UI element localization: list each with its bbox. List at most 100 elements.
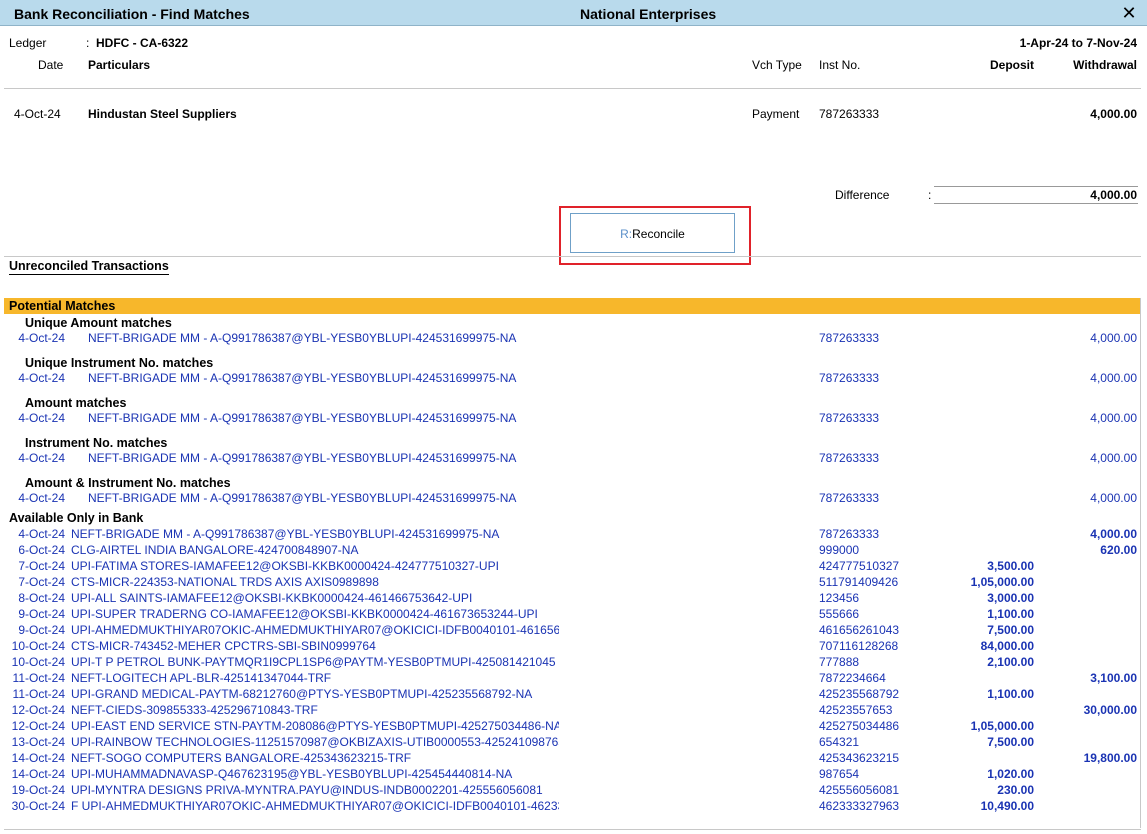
match-withdrawal: 4,000.00 xyxy=(1090,371,1137,385)
bank-row[interactable]: 14-Oct-24 UPI-MUHAMMADNAVASP-Q467623195@Y… xyxy=(0,767,1147,783)
bank-row[interactable]: 11-Oct-24 UPI-GRAND MEDICAL-PAYTM-6821276… xyxy=(0,687,1147,703)
match-group-heading: Unique Instrument No. matches xyxy=(25,356,214,370)
match-date: 4-Oct-24 xyxy=(18,411,65,425)
bank-row-date: 13-Oct-24 xyxy=(11,735,65,749)
bank-row-particulars: UPI-FATIMA STORES-IAMAFEE12@OKSBI-KKBK00… xyxy=(71,559,499,573)
bank-row-inst-no: 462333327963 xyxy=(819,799,900,813)
bank-row-withdrawal: 19,800.00 xyxy=(1083,751,1137,765)
bank-row-date: 7-Oct-24 xyxy=(18,575,65,589)
bank-row-inst-no: 987654 xyxy=(819,767,860,781)
bank-row-inst-no: 999000 xyxy=(819,543,860,557)
bank-row-inst-no: 654321 xyxy=(819,735,860,749)
column-header-deposit: Deposit xyxy=(989,58,1034,72)
bank-row-inst-no: 425275034486 xyxy=(819,719,900,733)
ledger-value[interactable]: HDFC - CA-6322 xyxy=(96,36,188,50)
bank-row[interactable]: 14-Oct-24 NEFT-SOGO COMPUTERS BANGALORE-4… xyxy=(0,751,1147,767)
difference-value: 4,000.00 xyxy=(1090,188,1137,202)
match-inst-no: 787263333 xyxy=(819,451,880,465)
bank-row-withdrawal: 30,000.00 xyxy=(1083,703,1137,717)
bank-row[interactable]: 10-Oct-24 UPI-T P PETROL BUNK-PAYTMQR1I9C… xyxy=(0,655,1147,671)
bank-row-particulars: UPI-EAST END SERVICE STN-PAYTM-208086@PT… xyxy=(71,719,559,733)
bank-row[interactable]: 6-Oct-24 CLG-AIRTEL INDIA BANGALORE-42470… xyxy=(0,543,1147,559)
bank-row-deposit: 3,500.00 xyxy=(987,559,1034,573)
bank-row-deposit: 1,020.00 xyxy=(987,767,1034,781)
bank-row-inst-no: 511791409426 xyxy=(819,575,899,589)
column-header-particulars: Particulars xyxy=(88,58,151,72)
match-group-heading: Amount matches xyxy=(25,396,127,410)
bank-row[interactable]: 9-Oct-24 UPI-SUPER TRADERNG CO-IAMAFEE12@… xyxy=(0,607,1147,623)
period-range[interactable]: 1-Apr-24 to 7-Nov-24 xyxy=(960,36,1137,50)
match-row[interactable]: 4-Oct-24 NEFT-BRIGADE MM - A-Q991786387@… xyxy=(0,331,1147,347)
reconcile-button-label: Reconcile xyxy=(632,227,685,241)
bank-row[interactable]: 10-Oct-24 CTS-MICR-743452-MEHER CPCTRS-SB… xyxy=(0,639,1147,655)
potential-matches-bar: Potential Matches xyxy=(4,298,1141,314)
available-only-in-bank-heading: Available Only in Bank xyxy=(9,511,144,525)
bank-row-date: 12-Oct-24 xyxy=(11,703,65,717)
match-particulars: NEFT-BRIGADE MM - A-Q991786387@YBL-YESB0… xyxy=(88,371,517,385)
bank-row-particulars: CTS-MICR-224353-NATIONAL TRDS AXIS AXIS0… xyxy=(71,575,379,589)
bank-row[interactable]: 8-Oct-24 UPI-ALL SAINTS-IAMAFEE12@OKSBI-K… xyxy=(0,591,1147,607)
bank-row-inst-no: 42523557653 xyxy=(819,703,893,717)
match-withdrawal: 4,000.00 xyxy=(1090,491,1137,505)
title-bar: Bank Reconciliation - Find Matches Natio… xyxy=(0,0,1147,26)
bank-row-date: 10-Oct-24 xyxy=(11,639,65,653)
bank-row[interactable]: 7-Oct-24 CTS-MICR-224353-NATIONAL TRDS AX… xyxy=(0,575,1147,591)
bank-row-deposit: 1,05,000.00 xyxy=(970,719,1034,733)
bank-row[interactable]: 4-Oct-24 NEFT-BRIGADE MM - A-Q991786387@Y… xyxy=(0,527,1147,543)
bank-row[interactable]: 30-Oct-24 F UPI-AHMEDMUKTHIYAR07OKIC-AHME… xyxy=(0,799,1147,815)
match-date: 4-Oct-24 xyxy=(18,451,65,465)
bank-row-inst-no: 555666 xyxy=(819,607,860,621)
match-date: 4-Oct-24 xyxy=(18,371,65,385)
match-row[interactable]: 4-Oct-24 NEFT-BRIGADE MM - A-Q991786387@… xyxy=(0,411,1147,427)
match-row[interactable]: 4-Oct-24 NEFT-BRIGADE MM - A-Q991786387@… xyxy=(0,451,1147,467)
window-title: Bank Reconciliation - Find Matches xyxy=(14,6,250,22)
bank-row-deposit: 2,100.00 xyxy=(987,655,1034,669)
bank-row[interactable]: 13-Oct-24 UPI-RAINBOW TECHNOLOGIES-112515… xyxy=(0,735,1147,751)
bank-row-date: 14-Oct-24 xyxy=(11,767,65,781)
bank-row-particulars: UPI-MUHAMMADNAVASP-Q467623195@YBL-YESB0Y… xyxy=(71,767,513,781)
bank-row-date: 14-Oct-24 xyxy=(11,751,65,765)
bank-row-inst-no: 425235568792 xyxy=(819,687,900,701)
company-name: National Enterprises xyxy=(580,6,717,22)
bank-row-inst-no: 461656261043 xyxy=(819,623,900,637)
bank-row-inst-no: 424777510327 xyxy=(819,559,900,573)
header-divider xyxy=(4,88,1141,89)
bank-row-particulars: UPI-GRAND MEDICAL-PAYTM-68212760@PTYS-YE… xyxy=(71,687,533,701)
bank-row-particulars: UPI-MYNTRA DESIGNS PRIVA-MYNTRA.PAYU@IND… xyxy=(71,783,543,797)
match-date: 4-Oct-24 xyxy=(18,331,65,345)
bank-row-deposit: 3,000.00 xyxy=(987,591,1034,605)
bank-row-particulars: CLG-AIRTEL INDIA BANGALORE-424700848907-… xyxy=(71,543,359,557)
reconcile-button[interactable]: R:Reconcile xyxy=(570,213,735,253)
bank-row[interactable]: 12-Oct-24 NEFT-CIEDS-309855333-4252967108… xyxy=(0,703,1147,719)
match-particulars: NEFT-BRIGADE MM - A-Q991786387@YBL-YESB0… xyxy=(88,491,517,505)
match-group-heading: Amount & Instrument No. matches xyxy=(25,476,231,490)
voucher-particulars: Hindustan Steel Suppliers xyxy=(88,107,237,121)
bank-row[interactable]: 19-Oct-24 UPI-MYNTRA DESIGNS PRIVA-MYNTRA… xyxy=(0,783,1147,799)
bank-row-date: 12-Oct-24 xyxy=(11,719,65,733)
bank-row[interactable]: 12-Oct-24 UPI-EAST END SERVICE STN-PAYTM-… xyxy=(0,719,1147,735)
difference-separator: : xyxy=(928,188,932,202)
bank-row-particulars: UPI-AHMEDMUKTHIYAR07OKIC-AHMEDMUKTHIYAR0… xyxy=(71,623,559,637)
bank-row-particulars: UPI-RAINBOW TECHNOLOGIES-11251570987@OKB… xyxy=(71,735,559,749)
close-icon[interactable]: ✕ xyxy=(1118,2,1140,24)
bank-row-date: 11-Oct-24 xyxy=(12,671,65,685)
bank-row-particulars: UPI-ALL SAINTS-IAMAFEE12@OKSBI-KKBK00004… xyxy=(71,591,473,605)
bank-row-particulars: UPI-SUPER TRADERNG CO-IAMAFEE12@OKSBI-KK… xyxy=(71,607,538,621)
match-row[interactable]: 4-Oct-24 NEFT-BRIGADE MM - A-Q991786387@… xyxy=(0,491,1147,507)
ledger-label: Ledger xyxy=(9,36,47,50)
bank-row-date: 11-Oct-24 xyxy=(12,687,65,701)
bank-row-deposit: 1,100.00 xyxy=(987,607,1034,621)
match-inst-no: 787263333 xyxy=(819,411,880,425)
bank-row[interactable]: 11-Oct-24 NEFT-LOGITECH APL-BLR-425141347… xyxy=(0,671,1147,687)
bank-row-deposit: 7,500.00 xyxy=(987,623,1034,637)
bank-row[interactable]: 9-Oct-24 UPI-AHMEDMUKTHIYAR07OKIC-AHMEDMU… xyxy=(0,623,1147,639)
bank-row-particulars: NEFT-SOGO COMPUTERS BANGALORE-4253436232… xyxy=(71,751,412,765)
bank-row-withdrawal: 620.00 xyxy=(1100,543,1137,557)
bank-row[interactable]: 7-Oct-24 UPI-FATIMA STORES-IAMAFEE12@OKSB… xyxy=(0,559,1147,575)
match-date: 4-Oct-24 xyxy=(18,491,65,505)
match-row[interactable]: 4-Oct-24 NEFT-BRIGADE MM - A-Q991786387@… xyxy=(0,371,1147,387)
match-withdrawal: 4,000.00 xyxy=(1090,451,1137,465)
voucher-inst-no: 787263333 xyxy=(819,107,880,121)
voucher-withdrawal: 4,000.00 xyxy=(1090,107,1137,121)
bank-row-inst-no: 777888 xyxy=(819,655,860,669)
